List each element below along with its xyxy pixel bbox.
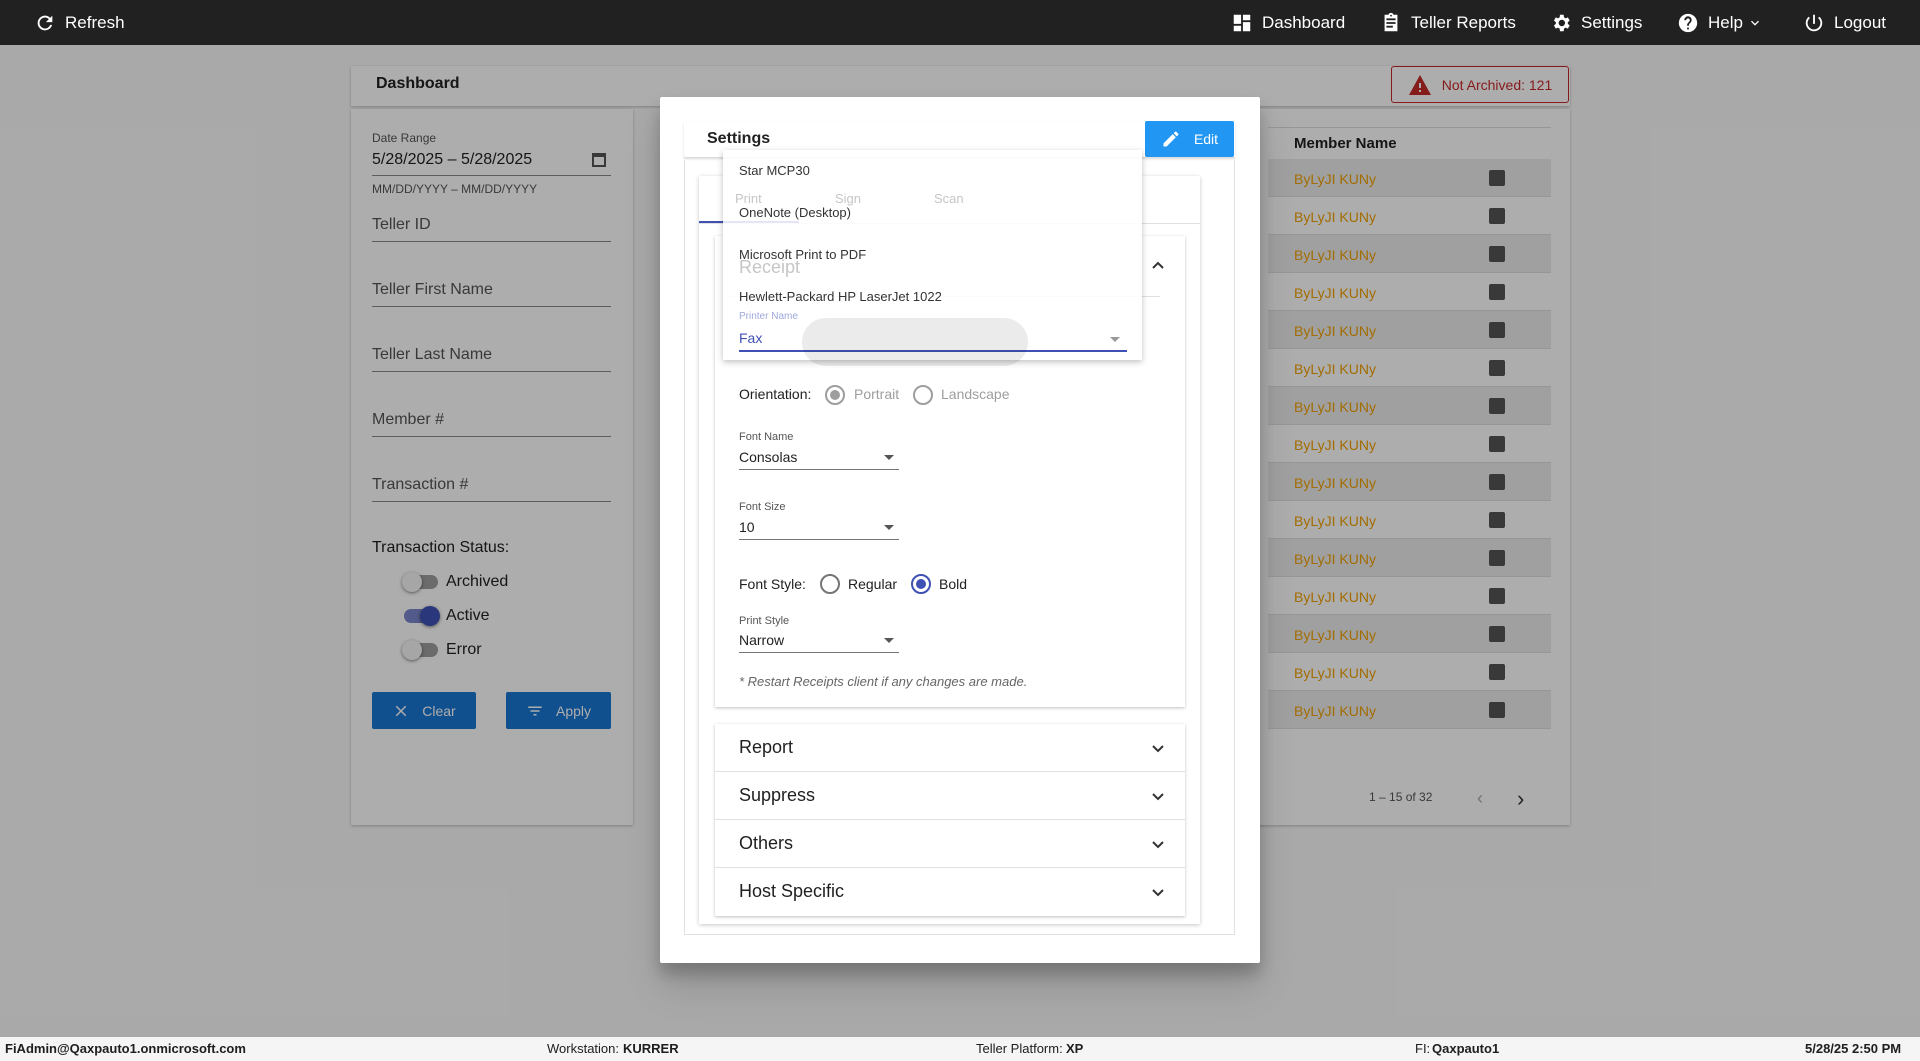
printer-name-label: Printer Name <box>739 311 798 322</box>
edit-button[interactable]: Edit <box>1145 121 1234 157</box>
chevron-down-icon[interactable] <box>1151 790 1165 804</box>
panel-host-specific-title: Host Specific <box>739 881 845 901</box>
chevron-down-icon <box>1750 20 1759 26</box>
nav-teller-reports[interactable]: Teller Reports <box>1380 0 1516 45</box>
chevron-down-icon[interactable] <box>1151 742 1165 756</box>
font-name-select[interactable]: Consolas <box>739 449 797 465</box>
print-style-underline <box>739 652 899 653</box>
panel-others-title: Others <box>739 833 794 853</box>
settings-title: Settings <box>707 130 771 147</box>
selection-ripple <box>802 318 1028 366</box>
print-style-caret-icon[interactable] <box>884 638 894 643</box>
refresh-button[interactable]: Refresh <box>34 0 125 45</box>
print-style-label: Print Style <box>739 615 790 627</box>
print-style-select[interactable]: Narrow <box>739 632 784 648</box>
radio-portrait[interactable] <box>825 385 845 405</box>
panel-report[interactable]: Report <box>715 724 1185 772</box>
font-size-underline <box>739 539 899 540</box>
printer-name-selected-option[interactable]: Fax <box>739 330 762 346</box>
logout-button[interactable]: Logout <box>1803 0 1886 45</box>
tab-scan[interactable]: Scan <box>934 191 964 206</box>
restart-note: * Restart Receipts client if any changes… <box>739 674 1028 689</box>
font-name-underline <box>739 469 899 470</box>
printer-name-caret-icon[interactable] <box>1110 337 1120 342</box>
logout-label: Logout <box>1834 12 1886 32</box>
font-size-caret-icon[interactable] <box>884 525 894 530</box>
refresh-icon <box>37 15 53 30</box>
panel-report-title: Report <box>739 737 794 757</box>
printer-option[interactable]: Hewlett-Packard HP LaserJet 1022 <box>739 289 942 304</box>
radio-bold-label: Bold <box>939 576 968 592</box>
printer-option[interactable]: Microsoft Print to PDF <box>739 247 866 262</box>
printer-option[interactable]: Star MCP30 <box>739 163 810 178</box>
chevron-down-icon[interactable] <box>1151 838 1165 852</box>
collapsed-panels-group: Report Suppress Others Host Specific <box>715 724 1185 916</box>
radio-bold[interactable] <box>911 574 931 594</box>
nav-help-label: Help <box>1708 12 1743 32</box>
help-icon <box>1678 13 1698 32</box>
nav-help[interactable]: Help <box>1677 0 1763 45</box>
nav-dashboard[interactable]: Dashboard <box>1231 0 1345 45</box>
radio-regular-label: Regular <box>848 576 898 592</box>
top-navigation-bar: Refresh Dashboard Teller Reports Setting… <box>0 0 1920 45</box>
nav-settings-label: Settings <box>1581 12 1643 32</box>
radio-landscape-label: Landscape <box>941 386 1010 402</box>
panel-suppress[interactable]: Suppress <box>715 772 1185 820</box>
font-style-label: Font Style: <box>739 576 806 592</box>
nav-dashboard-label: Dashboard <box>1262 12 1346 32</box>
edit-label: Edit <box>1193 131 1219 147</box>
tab-sign[interactable]: Sign <box>835 191 861 206</box>
panel-others[interactable]: Others <box>715 820 1185 868</box>
font-size-select[interactable]: 10 <box>739 519 755 535</box>
radio-regular[interactable] <box>820 574 840 594</box>
clipboard-icon <box>1384 12 1398 31</box>
font-name-label: Font Name <box>739 431 794 443</box>
dashboard-icon <box>1233 14 1251 31</box>
chevron-down-icon[interactable] <box>1151 886 1165 900</box>
footer-backdrop <box>0 1037 1920 1061</box>
panel-suppress-title: Suppress <box>739 785 816 805</box>
panel-host-specific[interactable]: Host Specific <box>715 868 1185 916</box>
tab-print[interactable]: Print <box>735 191 762 206</box>
nav-settings[interactable]: Settings <box>1550 0 1642 45</box>
chevron-up-icon[interactable] <box>1151 258 1165 272</box>
nav-teller-reports-label: Teller Reports <box>1411 12 1516 32</box>
font-size-label: Font Size <box>739 501 786 513</box>
pencil-icon <box>1163 131 1179 147</box>
orientation-label: Orientation: <box>739 386 812 402</box>
font-name-caret-icon[interactable] <box>884 455 894 460</box>
radio-landscape[interactable] <box>913 385 933 405</box>
radio-portrait-label: Portrait <box>854 386 900 402</box>
gear-icon <box>1553 14 1570 31</box>
refresh-label: Refresh <box>65 12 125 32</box>
printer-option[interactable]: OneNote (Desktop) <box>739 205 851 220</box>
power-icon <box>1805 14 1823 31</box>
